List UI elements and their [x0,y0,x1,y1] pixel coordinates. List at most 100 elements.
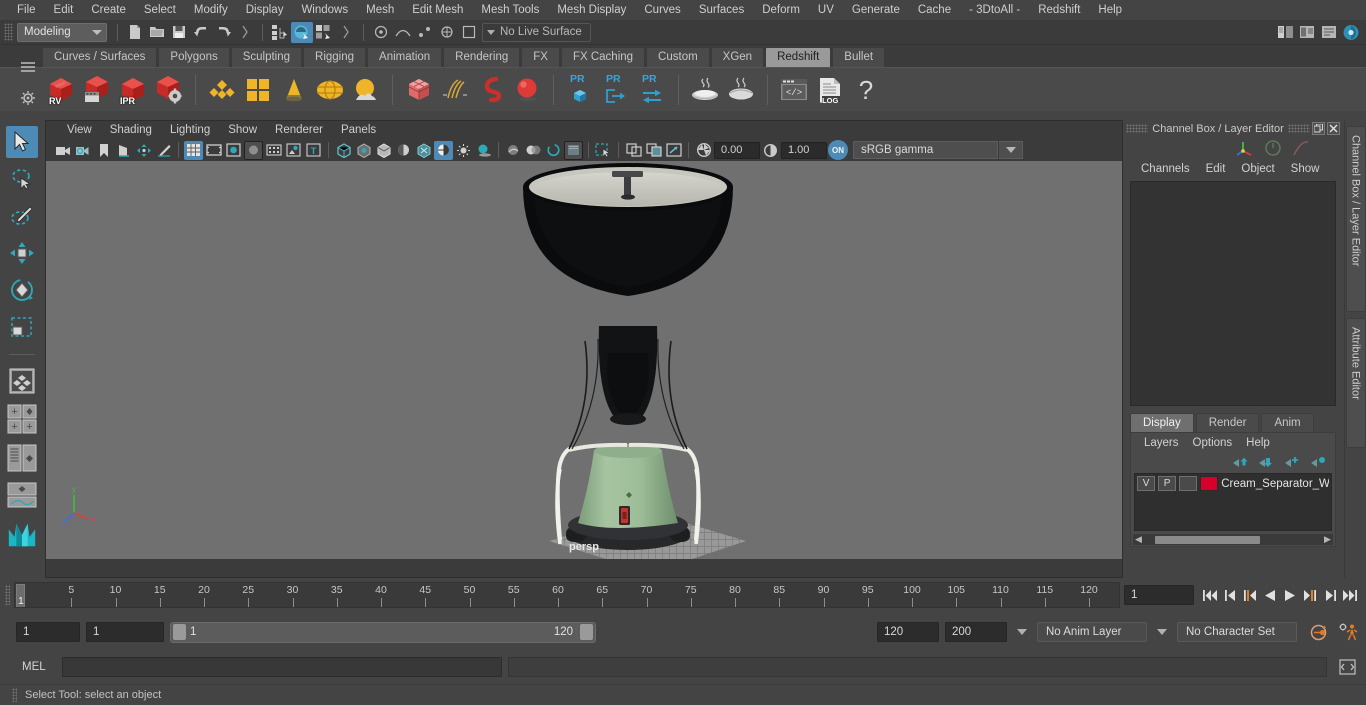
shelf-button-redshift-sphere[interactable] [510,72,544,108]
menu-mesh-display[interactable]: Mesh Display [548,2,635,18]
move-tool-button[interactable] [6,237,38,269]
depth-of-field-icon[interactable] [564,140,583,160]
go-to-start-button[interactable] [1200,584,1220,606]
viewport-menu-show[interactable]: Show [219,123,266,137]
multisample-aa-icon[interactable] [544,141,563,160]
menu-select[interactable]: Select [135,2,185,18]
menu-edit[interactable]: Edit [45,2,83,18]
snap-to-point-icon[interactable] [414,22,436,43]
bookmark-icon[interactable] [94,141,113,160]
layer-name-label[interactable]: Cream_Separator_With [1221,478,1329,490]
shelf-button-redshift-dome-light[interactable] [313,72,347,108]
shelf-button-redshift-ipr[interactable]: IPR [116,72,150,108]
time-slider-grip[interactable] [0,582,14,608]
viewport-menu-panels[interactable]: Panels [332,123,385,137]
show-channel-box-icon[interactable] [1340,22,1362,43]
shelf-button-redshift-help[interactable]: ? [849,72,883,108]
layer-editor-menu-options[interactable]: Options [1186,436,1240,450]
step-forward-frame-button[interactable] [1300,584,1320,606]
command-language-label[interactable]: MEL [22,661,56,673]
menu-uv[interactable]: UV [809,2,843,18]
shelf-button-redshift-proxy-create[interactable]: PR [563,72,597,108]
show-tool-settings-icon[interactable] [1318,22,1340,43]
xray-mode-icon[interactable] [334,141,353,160]
shelf-tab-sculpting[interactable]: Sculpting [230,47,303,67]
shelf-button-redshift-render-sequence[interactable] [80,72,114,108]
menu-surfaces[interactable]: Surfaces [690,2,753,18]
shelf-tab-curves-surfaces[interactable]: Curves / Surfaces [42,47,158,67]
layout-single-perspective-button[interactable] [6,365,38,397]
layer-list[interactable]: V P Cream_Separator_With [1134,473,1332,531]
paint-select-tool-button[interactable] [6,200,38,232]
menu-display[interactable]: Display [237,2,293,18]
shelf-tab-animation[interactable]: Animation [367,47,443,67]
exposure-icon[interactable] [694,141,713,160]
layer-editor-tab-display[interactable]: Display [1130,413,1194,432]
layer-list-horizontal-scrollbar[interactable]: ◀ ▶ [1133,534,1333,545]
move-layer-up-icon[interactable] [1232,456,1249,469]
play-forwards-button[interactable] [1280,584,1300,606]
panel-undock-button[interactable] [1312,122,1325,135]
save-scene-icon[interactable] [168,22,190,43]
shadows-toggle-icon[interactable] [474,141,493,160]
menu-modify[interactable]: Modify [185,2,237,18]
select-camera-icon[interactable] [54,141,73,160]
shelf-button-redshift-proxy-export[interactable]: PR [599,72,633,108]
animation-end-time-field[interactable]: 200 [945,622,1007,642]
display-normals-icon[interactable] [624,141,643,160]
shade-textured-icon[interactable] [264,141,283,160]
move-layer-down-icon[interactable] [1258,456,1275,469]
layer-display-type-toggle[interactable] [1179,476,1198,491]
shelf-button-redshift-proxy-swap[interactable]: PR [635,72,669,108]
screen-space-ao-icon[interactable] [504,141,523,160]
script-editor-icon[interactable] [1339,659,1356,675]
auto-keyframe-toggle-icon[interactable] [1309,623,1328,642]
step-back-keyframe-button[interactable] [1220,584,1240,606]
status-collapse-right-2-icon[interactable] [335,22,357,43]
viewport-3d-canvas[interactable]: persp y x z [46,161,1122,559]
motion-blur-icon[interactable] [524,141,543,160]
xray-texture-icon[interactable]: T [304,141,323,160]
layer-editor-tab-anim[interactable]: Anim [1261,413,1314,432]
new-scene-icon[interactable] [124,22,146,43]
anim-layer-select[interactable]: No Anim Layer [1037,622,1147,642]
menuset-selector[interactable]: Modeling [17,22,107,42]
side-tab-channel-box-layer-editor[interactable]: Channel Box / Layer Editor [1345,126,1366,312]
shelf-button-redshift-spot-light[interactable] [277,72,311,108]
select-by-component-type-icon[interactable] [313,22,335,43]
shelf-button-redshift-log[interactable]: .LOG [813,72,847,108]
menu-edit-mesh[interactable]: Edit Mesh [403,2,472,18]
viewport-menu-renderer[interactable]: Renderer [266,123,332,137]
shelf-tab-fx-caching[interactable]: FX Caching [560,47,646,67]
menu-deform[interactable]: Deform [753,2,809,18]
grid-toggle-icon[interactable] [184,140,203,160]
shelf-button-redshift-render-view[interactable]: RV [44,72,78,108]
two-d-pan-zoom-icon[interactable] [134,141,153,160]
layer-visibility-toggle[interactable]: V [1137,476,1156,491]
color-management-toggle[interactable]: ON [828,140,848,160]
range-slider-left-handle[interactable] [173,624,186,640]
lasso-select-tool-button[interactable] [6,163,38,195]
create-layer-from-selected-icon[interactable] [1310,456,1327,469]
viewport-menu-lighting[interactable]: Lighting [161,123,219,137]
layout-persp-graph-button[interactable] [6,480,38,510]
redo-icon[interactable] [212,22,234,43]
playback-start-time-field[interactable]: 1 [86,622,164,642]
shelf-button-redshift-area-light[interactable] [241,72,275,108]
shelf-tab-rigging[interactable]: Rigging [303,47,367,67]
shelf-button-redshift-bake[interactable] [688,72,722,108]
channel-curve-icon[interactable] [1292,139,1310,157]
scroll-left-arrow-icon[interactable]: ◀ [1133,534,1144,545]
scale-tool-button[interactable] [6,311,38,343]
create-new-layer-icon[interactable] [1284,456,1301,469]
image-plane-icon[interactable] [114,141,133,160]
smooth-preview-icon[interactable] [664,141,683,160]
channel-box-menu-channels[interactable]: Channels [1134,162,1197,176]
xray-joints-icon[interactable] [354,141,373,160]
display-uvs-icon[interactable] [644,141,663,160]
shelf-button-redshift-hair[interactable] [438,72,472,108]
channel-speed-icon[interactable] [1264,139,1282,157]
open-scene-icon[interactable] [146,22,168,43]
gamma-icon[interactable] [761,141,780,160]
menu-file[interactable]: File [8,2,45,18]
